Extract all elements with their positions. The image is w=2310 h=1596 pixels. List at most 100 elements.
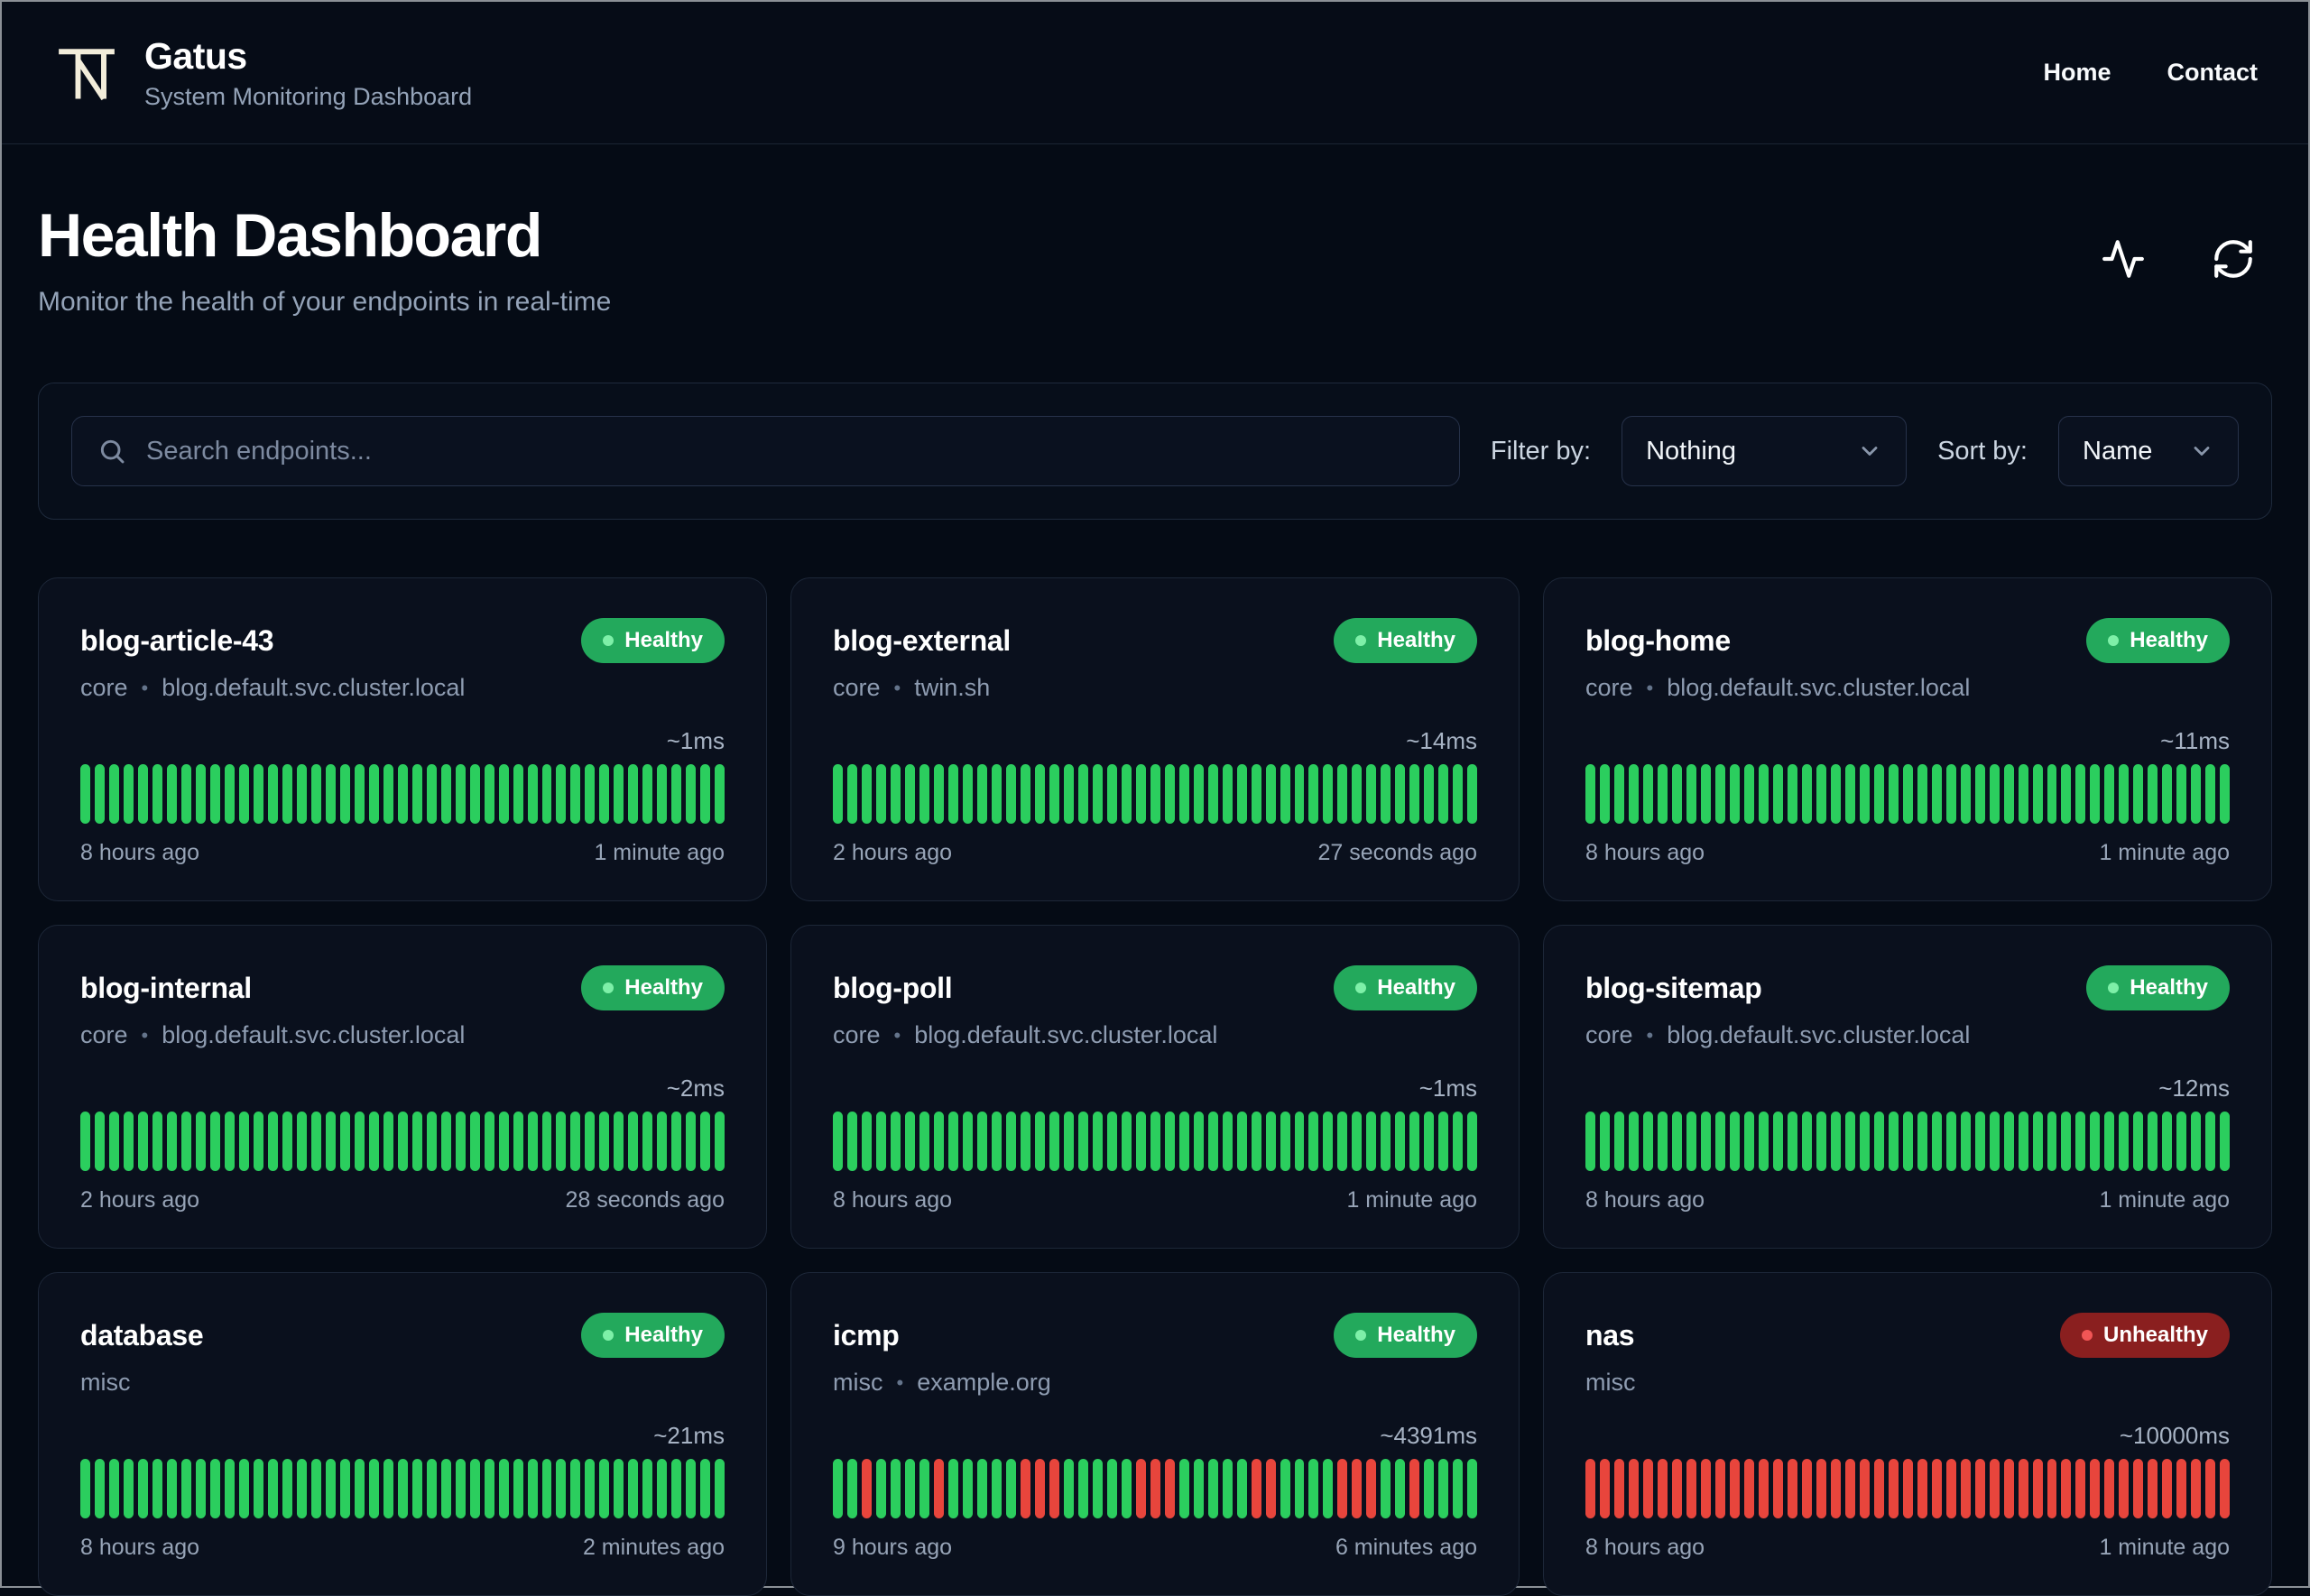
uptime-bar[interactable] — [1859, 1459, 1870, 1518]
uptime-bar[interactable] — [657, 764, 668, 824]
uptime-bar[interactable] — [1034, 1459, 1045, 1518]
uptime-bar[interactable] — [2090, 1459, 2101, 1518]
uptime-bar[interactable] — [2047, 1459, 2057, 1518]
search-input[interactable] — [146, 436, 1434, 466]
uptime-bar[interactable] — [180, 764, 191, 824]
endpoint-card[interactable]: blog-internal Healthy core • blog.defaul… — [38, 925, 767, 1249]
uptime-bar[interactable] — [282, 1459, 292, 1518]
uptime-bar[interactable] — [2104, 1459, 2115, 1518]
uptime-bar[interactable] — [1020, 1459, 1030, 1518]
uptime-bar[interactable] — [628, 1112, 639, 1171]
uptime-bar[interactable] — [1585, 764, 1595, 824]
uptime-bar[interactable] — [2148, 1459, 2158, 1518]
uptime-bar[interactable] — [933, 1459, 944, 1518]
uptime-bar[interactable] — [2220, 1459, 2231, 1518]
uptime-bar[interactable] — [1294, 1459, 1305, 1518]
uptime-bar[interactable] — [1945, 1459, 1956, 1518]
uptime-bar[interactable] — [2047, 764, 2057, 824]
uptime-bar[interactable] — [1729, 1112, 1740, 1171]
uptime-bar[interactable] — [1164, 764, 1175, 824]
uptime-bar[interactable] — [455, 1459, 466, 1518]
uptime-bar[interactable] — [1121, 1459, 1132, 1518]
uptime-bar[interactable] — [368, 764, 379, 824]
uptime-bar[interactable] — [2220, 764, 2231, 824]
uptime-bar[interactable] — [137, 1459, 148, 1518]
uptime-bar[interactable] — [94, 764, 105, 824]
uptime-bar[interactable] — [498, 1459, 509, 1518]
uptime-bar[interactable] — [1178, 1459, 1189, 1518]
uptime-bar[interactable] — [238, 764, 249, 824]
uptime-bar[interactable] — [1816, 764, 1826, 824]
endpoint-card[interactable]: blog-poll Healthy core • blog.default.sv… — [790, 925, 1520, 1249]
uptime-bar[interactable] — [426, 1459, 437, 1518]
uptime-bar[interactable] — [224, 1112, 235, 1171]
uptime-bar[interactable] — [1873, 1112, 1884, 1171]
uptime-bar[interactable] — [1077, 1112, 1088, 1171]
uptime-bar[interactable] — [1714, 1112, 1725, 1171]
uptime-bar[interactable] — [904, 764, 915, 824]
uptime-bar[interactable] — [1801, 1112, 1812, 1171]
uptime-bar[interactable] — [209, 764, 220, 824]
uptime-bar[interactable] — [919, 1459, 929, 1518]
uptime-bar[interactable] — [1671, 1112, 1682, 1171]
uptime-bar[interactable] — [2018, 1112, 2028, 1171]
uptime-bar[interactable] — [383, 1112, 393, 1171]
uptime-bar[interactable] — [1106, 1459, 1117, 1518]
uptime-bar[interactable] — [426, 1112, 437, 1171]
uptime-bar[interactable] — [1902, 1112, 1913, 1171]
uptime-bar[interactable] — [2075, 1112, 2086, 1171]
uptime-bar[interactable] — [267, 1459, 278, 1518]
uptime-bar[interactable] — [861, 1459, 872, 1518]
uptime-bar[interactable] — [354, 764, 365, 824]
uptime-bar[interactable] — [861, 764, 872, 824]
uptime-bar[interactable] — [1280, 764, 1290, 824]
uptime-bar[interactable] — [296, 1112, 307, 1171]
uptime-bar[interactable] — [1830, 1459, 1841, 1518]
uptime-bar[interactable] — [2104, 1112, 2115, 1171]
uptime-bar[interactable] — [426, 764, 437, 824]
uptime-bar[interactable] — [209, 1112, 220, 1171]
uptime-bar[interactable] — [671, 764, 682, 824]
uptime-bar[interactable] — [1438, 1459, 1449, 1518]
uptime-bar[interactable] — [686, 1112, 697, 1171]
uptime-bar[interactable] — [2032, 1112, 2043, 1171]
uptime-bar[interactable] — [1438, 1112, 1449, 1171]
uptime-bar[interactable] — [2162, 1112, 2173, 1171]
uptime-bar[interactable] — [1888, 1112, 1899, 1171]
uptime-bar[interactable] — [556, 1459, 567, 1518]
uptime-bar[interactable] — [1265, 764, 1276, 824]
uptime-bar[interactable] — [1931, 1459, 1942, 1518]
uptime-bar[interactable] — [1453, 764, 1464, 824]
uptime-bar[interactable] — [108, 1459, 119, 1518]
uptime-bar[interactable] — [1467, 1459, 1478, 1518]
uptime-bar[interactable] — [2061, 1459, 2072, 1518]
uptime-bar[interactable] — [296, 764, 307, 824]
uptime-bar[interactable] — [1628, 1459, 1639, 1518]
uptime-bar[interactable] — [2205, 764, 2216, 824]
uptime-bar[interactable] — [455, 1112, 466, 1171]
uptime-bar[interactable] — [1714, 1459, 1725, 1518]
uptime-bar[interactable] — [383, 1459, 393, 1518]
uptime-bar[interactable] — [2133, 1459, 2144, 1518]
uptime-bar[interactable] — [1251, 1459, 1261, 1518]
uptime-bar[interactable] — [80, 1112, 90, 1171]
uptime-bar[interactable] — [1700, 764, 1711, 824]
uptime-bar[interactable] — [267, 764, 278, 824]
uptime-bar[interactable] — [1642, 1112, 1653, 1171]
uptime-bar[interactable] — [238, 1459, 249, 1518]
uptime-bar[interactable] — [1671, 764, 1682, 824]
uptime-bar[interactable] — [541, 764, 552, 824]
uptime-bar[interactable] — [1280, 1459, 1290, 1518]
uptime-bar[interactable] — [253, 764, 263, 824]
uptime-bar[interactable] — [469, 1459, 480, 1518]
uptime-bar[interactable] — [700, 1459, 711, 1518]
uptime-bar[interactable] — [224, 764, 235, 824]
uptime-bar[interactable] — [875, 1112, 886, 1171]
uptime-bar[interactable] — [80, 764, 90, 824]
uptime-bar[interactable] — [1960, 1459, 1971, 1518]
uptime-bar[interactable] — [1294, 764, 1305, 824]
uptime-bar[interactable] — [498, 1112, 509, 1171]
uptime-bar[interactable] — [498, 764, 509, 824]
uptime-bar[interactable] — [383, 764, 393, 824]
uptime-bar[interactable] — [833, 764, 843, 824]
